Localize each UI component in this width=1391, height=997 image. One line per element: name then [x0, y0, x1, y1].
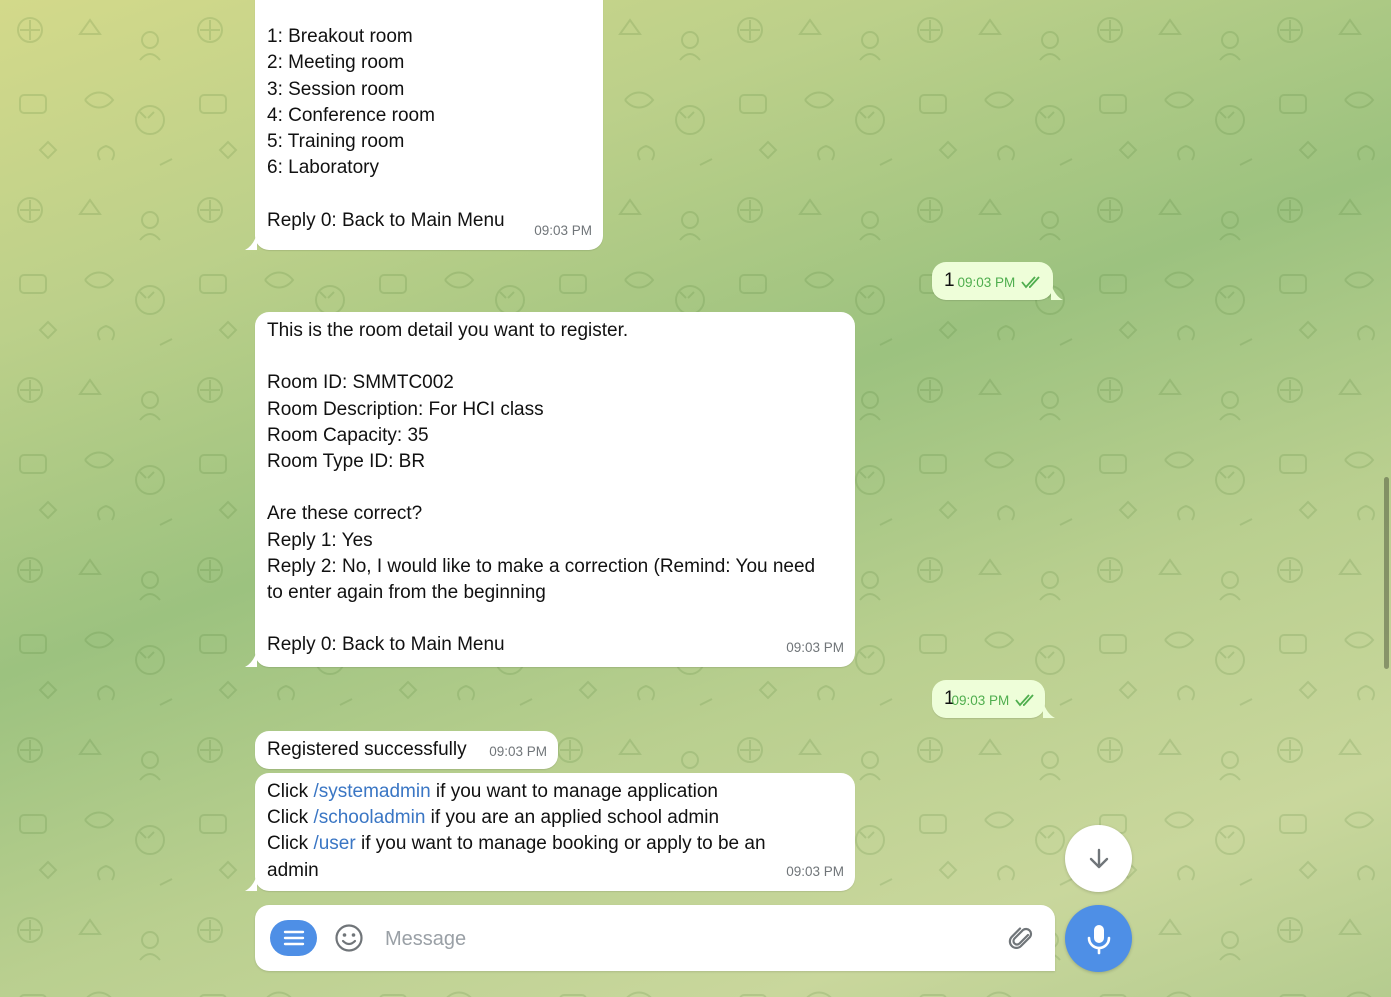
arrow-down-icon — [1089, 848, 1108, 868]
message-time: 09:03 PM — [489, 743, 547, 759]
bubble-tail — [245, 234, 257, 250]
bubble-tail — [1043, 702, 1055, 718]
scroll-to-bottom-button[interactable] — [1065, 825, 1132, 892]
text-segment: Click — [267, 807, 314, 829]
message-line: Reply 1: Yes — [267, 529, 373, 551]
message-line — [267, 606, 841, 632]
message-line: admin — [267, 859, 319, 881]
read-checkmarks-icon — [1015, 694, 1034, 707]
message-time-group: 09:03 PM — [957, 270, 1043, 296]
message-line: This is the room detail you want to regi… — [267, 320, 629, 341]
message-line: 1: Breakout room — [267, 26, 413, 48]
message-line — [267, 475, 841, 501]
message-line: to enter again from the beginning — [267, 582, 546, 603]
bubble-tail — [245, 875, 257, 891]
message-text: 1 — [944, 270, 955, 291]
paperclip-icon[interactable] — [1007, 923, 1037, 953]
read-checkmarks-icon — [1021, 276, 1040, 289]
message-line: 6: Laboratory — [267, 157, 379, 179]
message-room-detail: This is the room detail you want to regi… — [245, 312, 855, 667]
message-line: Are these correct? — [267, 503, 423, 525]
text-segment: Click — [267, 833, 314, 855]
message-line: Reply 0: Back to Main Menu — [267, 634, 505, 656]
message-time: 09:03 PM — [951, 692, 1010, 708]
message-outgoing: 1 09:03 PM — [932, 262, 1063, 300]
scrollbar-thumb[interactable] — [1384, 477, 1389, 669]
message-room-type-menu: 1: Breakout room 2: Meeting room 3: Sess… — [245, 0, 603, 250]
text-segment: if you are an applied school admin — [425, 807, 720, 829]
message-line: Room ID: SMMTC002 — [267, 372, 454, 394]
smiley-icon[interactable] — [333, 922, 365, 954]
text-segment: if you want to manage application — [430, 781, 718, 802]
message-input[interactable] — [383, 921, 987, 957]
message-time: 09:03 PM — [786, 863, 844, 879]
message-line: 2: Meeting room — [267, 52, 405, 74]
message-outgoing: 1 09:03 PM — [932, 680, 1055, 718]
command-link-systemadmin[interactable]: /systemadmin — [313, 781, 430, 802]
message-line: 3: Session room — [267, 78, 405, 100]
message-line: Reply 2: No, I would like to make a corr… — [267, 555, 816, 577]
command-link-schooladmin[interactable]: /schooladmin — [313, 807, 425, 828]
message-registered: Registered successfully 09:03 PM — [255, 731, 558, 769]
message-line: Room Capacity: 35 — [267, 424, 429, 446]
message-line: Click /schooladmin if you are an applied… — [267, 805, 841, 831]
message-line: Click /systemadmin if you want to manage… — [267, 779, 841, 805]
message-time-group: 09:03 PM — [951, 688, 1037, 714]
message-line: Room Description: For HCI class — [267, 398, 544, 420]
message-time: 09:03 PM — [957, 274, 1016, 290]
message-line — [267, 0, 589, 24]
message-line: 5: Training room — [267, 131, 405, 152]
message-line: Click /user if you want to manage bookin… — [267, 831, 841, 857]
voice-message-button[interactable] — [1065, 905, 1132, 972]
menu-icon — [283, 930, 304, 946]
bubble-tail — [245, 651, 257, 667]
message-composer — [255, 905, 1055, 971]
message-line: 4: Conference room — [267, 104, 435, 126]
message-commands: Click /systemadmin if you want to manage… — [245, 773, 855, 891]
bubble-tail — [1051, 284, 1063, 300]
command-link-user[interactable]: /user — [313, 833, 355, 854]
message-line: Room Type ID: BR — [267, 451, 426, 472]
message-line — [267, 344, 841, 370]
message-line — [267, 181, 589, 207]
message-time: 09:03 PM — [786, 639, 844, 655]
text-segment: Click — [267, 781, 314, 802]
bot-menu-button[interactable] — [270, 920, 317, 956]
text-segment: if you want to manage booking or apply t… — [355, 833, 766, 855]
microphone-icon — [1087, 924, 1110, 954]
message-text: Registered successfully — [267, 739, 467, 760]
message-time: 09:03 PM — [534, 222, 592, 238]
